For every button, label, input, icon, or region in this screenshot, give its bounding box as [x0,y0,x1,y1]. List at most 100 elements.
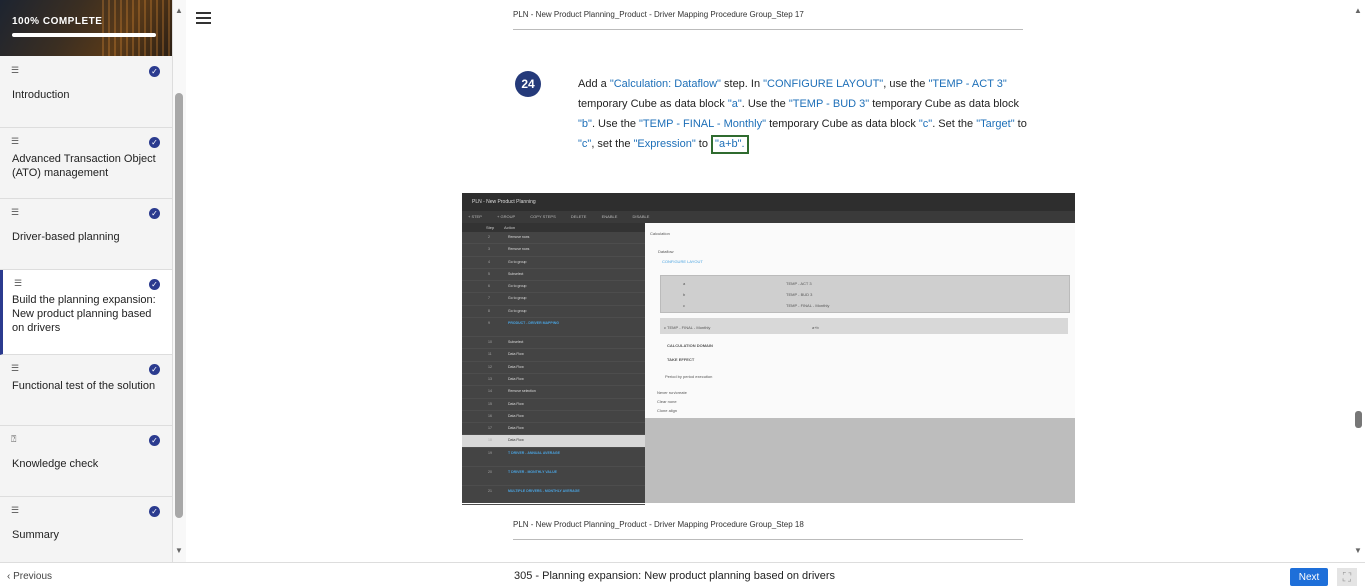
expression-highlight-box: "a+b". [711,135,749,154]
grid-row-action: Subselect [508,340,524,345]
text-lines-icon: ☰ [11,207,20,217]
toolbar-delete: DELETE [570,214,587,219]
grid-row-step: 4 [488,259,490,264]
grid-row-step: 14 [488,389,492,394]
grid-row-action: PRODUCT - DRIVER MAPPING [508,321,559,326]
grid-row-action: Data Flow [508,401,524,406]
highlighted-term: "TEMP - FINAL - Monthly" [639,118,767,130]
grid-row: 6 Go to group [462,281,645,294]
check-icon: ✓ [149,435,160,446]
scroll-up-icon[interactable]: ▲ [175,6,183,15]
page-scroll-thumb[interactable] [1355,411,1362,428]
grid-row-step: 10 [488,340,492,345]
highlighted-term: "Expression" [633,138,696,150]
configure-layout-button: CONFIGURE LAYOUT [662,259,703,264]
expression-field: a+b [812,325,819,330]
text-lines-icon: ☰ [11,363,20,373]
instruction-text: to [1014,118,1027,130]
sidebar-item-label: Build the planning expansion: New produc… [12,294,156,334]
grid-header: Step Action [462,223,645,232]
highlighted-term: "Target" [976,118,1015,130]
instruction-text: temporary Cube as data block [766,118,919,130]
sidebar-item-knowledge-check[interactable]: ⍰ ✓ Knowledge check [0,426,172,497]
grid-row-action: Data Flow [508,364,524,369]
scroll-up-icon[interactable]: ▲ [1354,6,1362,15]
text-lines-icon: ☰ [11,65,20,75]
menu-icon[interactable] [196,12,211,24]
grid-row-action: Data Flow [508,438,524,443]
grid-row-action: Go to group [508,259,527,264]
text-lines-icon: ☰ [11,505,20,515]
grid-row-action: T DRIVER - MONTHLY VALUE [508,469,557,474]
sidebar-item-label: Advanced Transaction Object (ATO) manage… [12,153,156,179]
ref-key: c [683,303,685,308]
sidebar-scrollbar[interactable]: ▲ ▼ [173,0,186,562]
text-lines-icon: ☰ [14,278,23,288]
highlighted-term: "b" [578,118,592,130]
grid-row-step: 20 [488,469,492,474]
toolbar-group: + GROUP [497,214,516,219]
grid-row: 4 Go to group [462,257,645,269]
sidebar-item-driver-based-planning[interactable]: ☰ ✓ Driver-based planning [0,199,172,270]
grid-row-step: 19 [488,450,492,455]
next-button[interactable]: Next [1290,568,1328,586]
grid-row-step: 17 [488,426,492,431]
sidebar-item-ato-management[interactable]: ☰ ✓ Advanced Transaction Object (ATO) ma… [0,128,172,199]
grid-row-step: 21 [488,488,492,493]
sidebar-item-label: Introduction [12,89,70,101]
check-icon: ✓ [149,208,160,219]
instruction-text: temporary Cube as data block [869,98,1019,110]
ref-cube: TEMP - ACT 3 [786,281,812,286]
grid-row-step: 5 [488,271,490,276]
previous-button[interactable]: ‹ Previous [7,571,52,582]
sidebar-item-summary[interactable]: ☰ ✓ Summary [0,497,172,562]
grid-row: 9 PRODUCT - DRIVER MAPPING [462,318,645,338]
instruction-text: . Use the [741,98,789,110]
scroll-down-icon[interactable]: ▼ [1354,546,1362,555]
grid-row: 2 Remove rows [462,232,645,245]
sidebar-item-label: Summary [12,529,60,541]
sidebar-item-build-planning-expansion[interactable]: ☰ ✓ Build the planning expansion: New pr… [0,270,172,355]
datablock-refs: a TEMP - ACT 3 b TEMP - BUD 3 c TEMP - F… [660,275,1070,313]
target-field: c TEMP - FINAL - Monthly [664,325,711,330]
instruction-text: to [695,138,708,150]
grid-row-step: 12 [488,364,492,369]
lesson-title: 305 - Planning expansion: New product pl… [514,570,836,582]
grid-row: 13 Data Flow [462,374,645,387]
instruction-text: step. In [720,78,764,90]
step-number-badge: 24 [515,71,541,97]
grid-row-action: Data Flow [508,413,524,418]
highlighted-term: "c" [918,118,933,130]
target-expression-row: c TEMP - FINAL - Monthly a+b [660,318,1068,334]
highlighted-term: "Calculation: Dataflow" [609,78,721,90]
grid-row: 21 MULTIPLE DRIVERS - MONTHLY AVERAGE [462,486,645,505]
highlighted-term: "TEMP - ACT 3" [928,78,1007,90]
highlighted-term: "TEMP - BUD 3" [788,98,870,110]
check-icon: ✓ [149,364,160,375]
grid-row: 14 Remove selection [462,386,645,399]
grid-row-action: Data Flow [508,376,524,381]
toolbar-step: + STEP [468,214,482,219]
procedure-screenshot: PLN - New Product Planning + STEP + GROU… [462,193,1075,505]
grid-row-step: 8 [488,308,490,313]
instruction-text: temporary Cube as data block [578,98,728,110]
divider [513,539,1023,540]
ref-key: a [683,281,686,286]
sidebar-item-introduction[interactable]: ☰ ✓ Introduction [0,57,172,128]
grid-row-action: Go to group [508,308,527,313]
sidebar-item-functional-test[interactable]: ☰ ✓ Functional test of the solution [0,355,172,426]
ref-cube: TEMP - FINAL - Monthly [786,303,830,308]
scroll-down-icon[interactable]: ▼ [175,546,183,555]
screenshot-title: PLN - New Product Planning [462,193,1075,211]
footer-bar: ‹ Previous 305 - Planning expansion: New… [0,562,1365,587]
grid-row: 15 Data Flow [462,399,645,411]
grid-row: 11 Data Flow [462,349,645,362]
instruction-text: Add a [578,78,610,90]
highlighted-term: "CONFIGURE LAYOUT" [763,78,884,90]
sidebar-item-label: Functional test of the solution [12,380,156,392]
grid-row-action: Go to group [508,284,527,289]
sidebar-scroll-thumb[interactable] [175,93,183,518]
page-scrollbar[interactable]: ▲ ▼ [1351,0,1365,562]
mode-radio: Dataflow [658,249,674,254]
fullscreen-icon[interactable]: ⛶ [1337,568,1357,586]
